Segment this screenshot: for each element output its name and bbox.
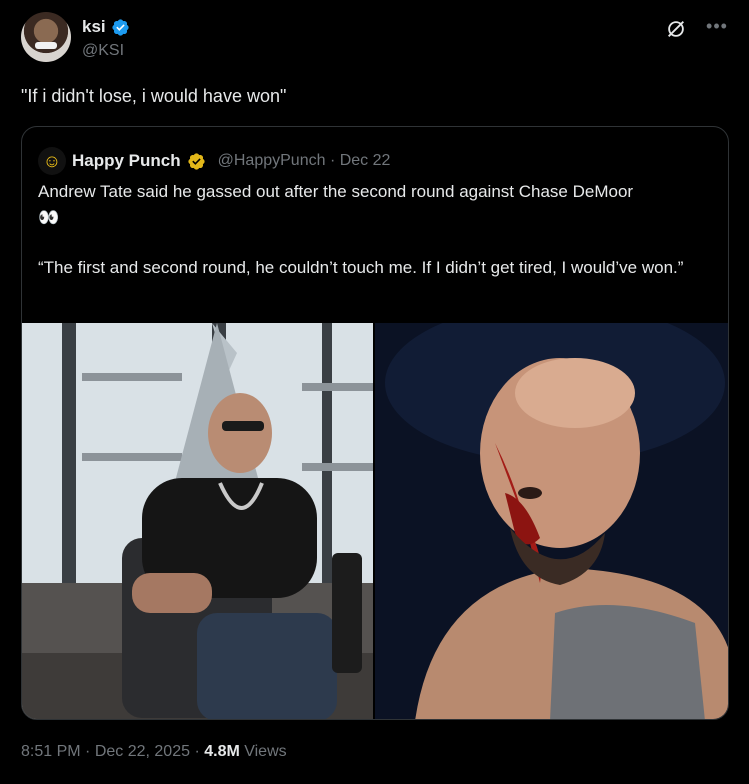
author-name[interactable]: ksi [82, 17, 106, 37]
quoted-tweet[interactable]: ☺ Happy Punch @HappyPunch · Dec 22 Andre… [21, 126, 729, 720]
quote-handle-date[interactable]: @HappyPunch · Dec 22 [218, 152, 391, 170]
photo-interview-art [22, 323, 373, 719]
quote-avatar[interactable]: ☺ [38, 147, 66, 175]
photo-interview[interactable] [22, 323, 373, 719]
smiley-icon: ☺ [42, 150, 62, 171]
verified-badge-icon [112, 18, 129, 36]
footer-separator: · [190, 743, 205, 760]
views-label: Views [239, 743, 287, 760]
avatar[interactable] [21, 12, 71, 62]
author-name-row: ksi [82, 17, 130, 37]
quote-line-1: Andrew Tate said he gassed out after the… [38, 182, 634, 201]
author-handle[interactable]: @KSI [82, 42, 124, 60]
quote-header: ☺ Happy Punch @HappyPunch · Dec 22 [38, 147, 390, 175]
quote-author-name[interactable]: Happy Punch [72, 151, 181, 171]
quote-body: Andrew Tate said he gassed out after the… [38, 179, 714, 281]
quote-separator: · [329, 152, 336, 169]
tweet-text: "If i didn't lose, i would have won" [21, 86, 287, 106]
footer-separator: · [80, 743, 95, 760]
tweet-date[interactable]: Dec 22, 2025 [95, 743, 190, 760]
gold-verified-badge-icon [188, 152, 205, 170]
tweet-header: ksi @KSI ••• [21, 12, 729, 64]
views-count[interactable]: 4.8M [204, 743, 240, 760]
eyes-emoji: 👀 [38, 208, 60, 227]
quote-handle: @HappyPunch [217, 152, 326, 169]
more-icon[interactable]: ••• [705, 17, 729, 40]
quote-line-2: “The first and second round, he couldn’t… [38, 258, 684, 277]
quote-date: Dec 22 [339, 152, 391, 169]
tweet-footer: 8:51 PM · Dec 22, 2025 · 4.8M Views [21, 743, 287, 761]
grok-icon[interactable] [665, 18, 687, 40]
photo-fight[interactable] [375, 323, 728, 719]
photo-fight-art [375, 323, 728, 719]
quote-media[interactable] [22, 323, 728, 719]
tweet-time[interactable]: 8:51 PM [21, 743, 81, 760]
